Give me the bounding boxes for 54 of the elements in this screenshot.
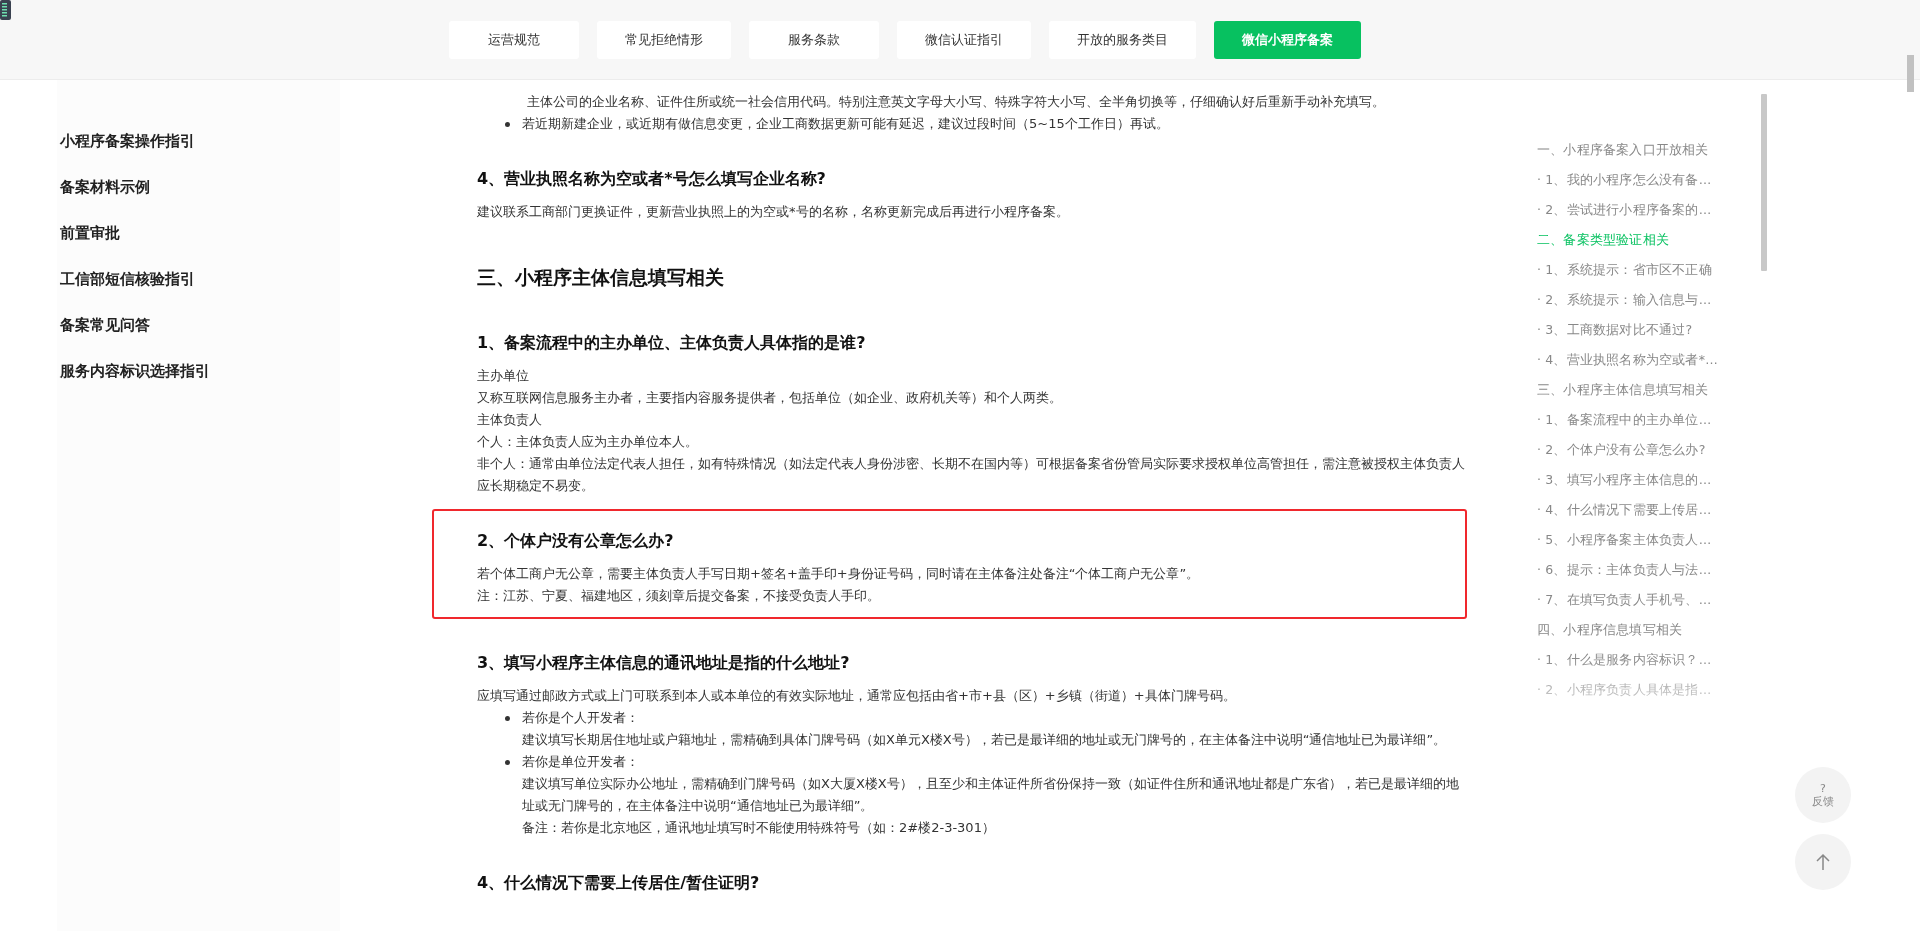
nav-button[interactable]: 微信小程序备案: [1214, 20, 1361, 59]
nav-button[interactable]: 开放的服务类目: [1049, 20, 1196, 59]
toc-item[interactable]: · 1、备案流程中的主办单位…: [1537, 405, 1773, 435]
paragraph: 又称互联网信息服务主办者，主要指内容服务提供者，包括单位（如企业、政府机关等）和个人两类。: [477, 389, 1063, 407]
toc-item[interactable]: · 7、在填写负责人手机号、…: [1537, 585, 1773, 615]
feedback-button[interactable]: ? 反馈: [1795, 767, 1851, 823]
section-heading: 三、小程序主体信息填写相关: [477, 265, 725, 290]
nav-button[interactable]: 服务条款: [749, 20, 879, 59]
sidebar-item[interactable]: 备案材料示例: [57, 176, 340, 198]
paragraph: 主办单位: [477, 367, 530, 385]
toc-item[interactable]: · 2、尝试进行小程序备案的…: [1537, 195, 1773, 225]
toc-section[interactable]: 一、小程序备案入口开放相关: [1537, 135, 1773, 165]
paragraph: 建议联系工商部门更换证件，更新营业执照上的为空或*号的名称，名称更新完成后再进行小程序备案。: [477, 203, 1070, 221]
paragraph: 个人：主体负责人应为主办单位本人。: [477, 433, 699, 451]
nav-button[interactable]: 运营规范: [449, 20, 579, 59]
nav-button[interactable]: 常见拒绝情形: [597, 20, 731, 59]
toc-item[interactable]: · 3、工商数据对比不通过?: [1537, 315, 1773, 345]
toc-item[interactable]: · 2、系统提示：输入信息与…: [1537, 285, 1773, 315]
question-heading: 4、营业执照名称为空或者*号怎么填写企业名称?: [477, 168, 827, 190]
paragraph: 应填写通过邮政方式或上门可联系到本人或本单位的有效实际地址，通常应包括由省+市+县（区）+乡镇（街道）+具体门牌号码。: [477, 687, 1237, 705]
sidebar-item[interactable]: 备案常见问答: [57, 314, 340, 336]
toc-item[interactable]: · 1、什么是服务内容标识？…: [1537, 645, 1773, 675]
toc-item[interactable]: · 4、营业执照名称为空或者*…: [1537, 345, 1773, 375]
bullet-text: 若近期新建企业，或近期有做信息变更，企业工商数据更新可能有延迟，建议过段时间（5~15个工作日）再试。: [522, 115, 1169, 133]
paragraph: 若个体工商户无公章，需要主体负责人手写日期+签名+盖手印+身份证号码，同时请在主体备注处备注“个体工商户无公章”。: [477, 565, 1201, 583]
toc-item[interactable]: · 1、系统提示：省市区不正确: [1537, 255, 1773, 285]
paragraph: 主体公司的企业名称、证件住所或统一社会信用代码。特别注意英文字母大小写、特殊字符大小写、全半角切换等，仔细确认好后重新手动补充填写。: [526, 93, 1386, 111]
toc-item[interactable]: · 4、什么情况下需要上传居…: [1537, 495, 1773, 525]
bullet-text: 建议填写长期居住地址或户籍地址，需精确到具体门牌号码（如X单元X楼X号），若已是最详细的地址或无门牌号的，在主体备注中说明“通信地址已为最详细”。: [522, 731, 1447, 749]
question-heading: 1、备案流程中的主办单位、主体负责人具体指的是谁?: [477, 332, 867, 354]
sidebar-item[interactable]: 小程序备案操作指引: [57, 130, 340, 152]
paragraph: 非个人：通常由单位法定代表人担任，如有特殊情况（如法定代表人身份涉密、长期不在国内等）可根据备案省份管局实际要求授权单位高管担任，需注意被授权主体负责人应长期稳定不易变。: [477, 455, 1466, 495]
toc-item[interactable]: · 2、小程序负责人具体是指…: [1537, 675, 1773, 705]
sidebar-item[interactable]: 服务内容标识选择指引: [57, 360, 340, 382]
bullet-text: 若你是个人开发者：: [522, 709, 640, 727]
sidebar-item[interactable]: 前置审批: [57, 222, 340, 244]
nav-button[interactable]: 微信认证指引: [897, 20, 1031, 59]
toc-section[interactable]: 三、小程序主体信息填写相关: [1537, 375, 1773, 405]
question-heading: 2、个体户没有公章怎么办?: [477, 530, 675, 552]
bullet-text: 备注：若你是北京地区，通讯地址填写时不能使用特殊符号（如：2#楼2-3-301）: [522, 819, 996, 837]
toc-item[interactable]: · 3、填写小程序主体信息的…: [1537, 465, 1773, 495]
toc-item[interactable]: · 2、个体户没有公章怎么办?: [1537, 435, 1773, 465]
sidebar-item[interactable]: 工信部短信核验指引: [57, 268, 340, 290]
paragraph: 主体负责人: [477, 411, 543, 429]
question-heading: 4、什么情况下需要上传居住/暂住证明?: [477, 872, 761, 894]
toc-section[interactable]: 二、备案类型验证相关: [1537, 225, 1773, 255]
toc-item[interactable]: · 1、我的小程序怎么没有备…: [1537, 165, 1773, 195]
toc-item[interactable]: · 6、提示：主体负责人与法…: [1537, 555, 1773, 585]
question-heading: 3、填写小程序主体信息的通讯地址是指的什么地址?: [477, 652, 851, 674]
bullet-text: 若你是单位开发者：: [522, 753, 640, 771]
toc-item[interactable]: · 5、小程序备案主体负责人…: [1537, 525, 1773, 555]
toc-section[interactable]: 四、小程序信息填写相关: [1537, 615, 1773, 645]
paragraph: 注：江苏、宁夏、福建地区，须刻章后提交备案，不接受负责人手印。: [477, 587, 881, 605]
bullet-text: 建议填写单位实际办公地址，需精确到门牌号码（如X大厦X楼X号），且至少和主体证件所省份保持一致（如证件住所和通讯地址都是广东省），若已是最详细的地址或无门牌号的，在主体备注中说明“通信地址已为最详细”。: [522, 775, 1460, 815]
